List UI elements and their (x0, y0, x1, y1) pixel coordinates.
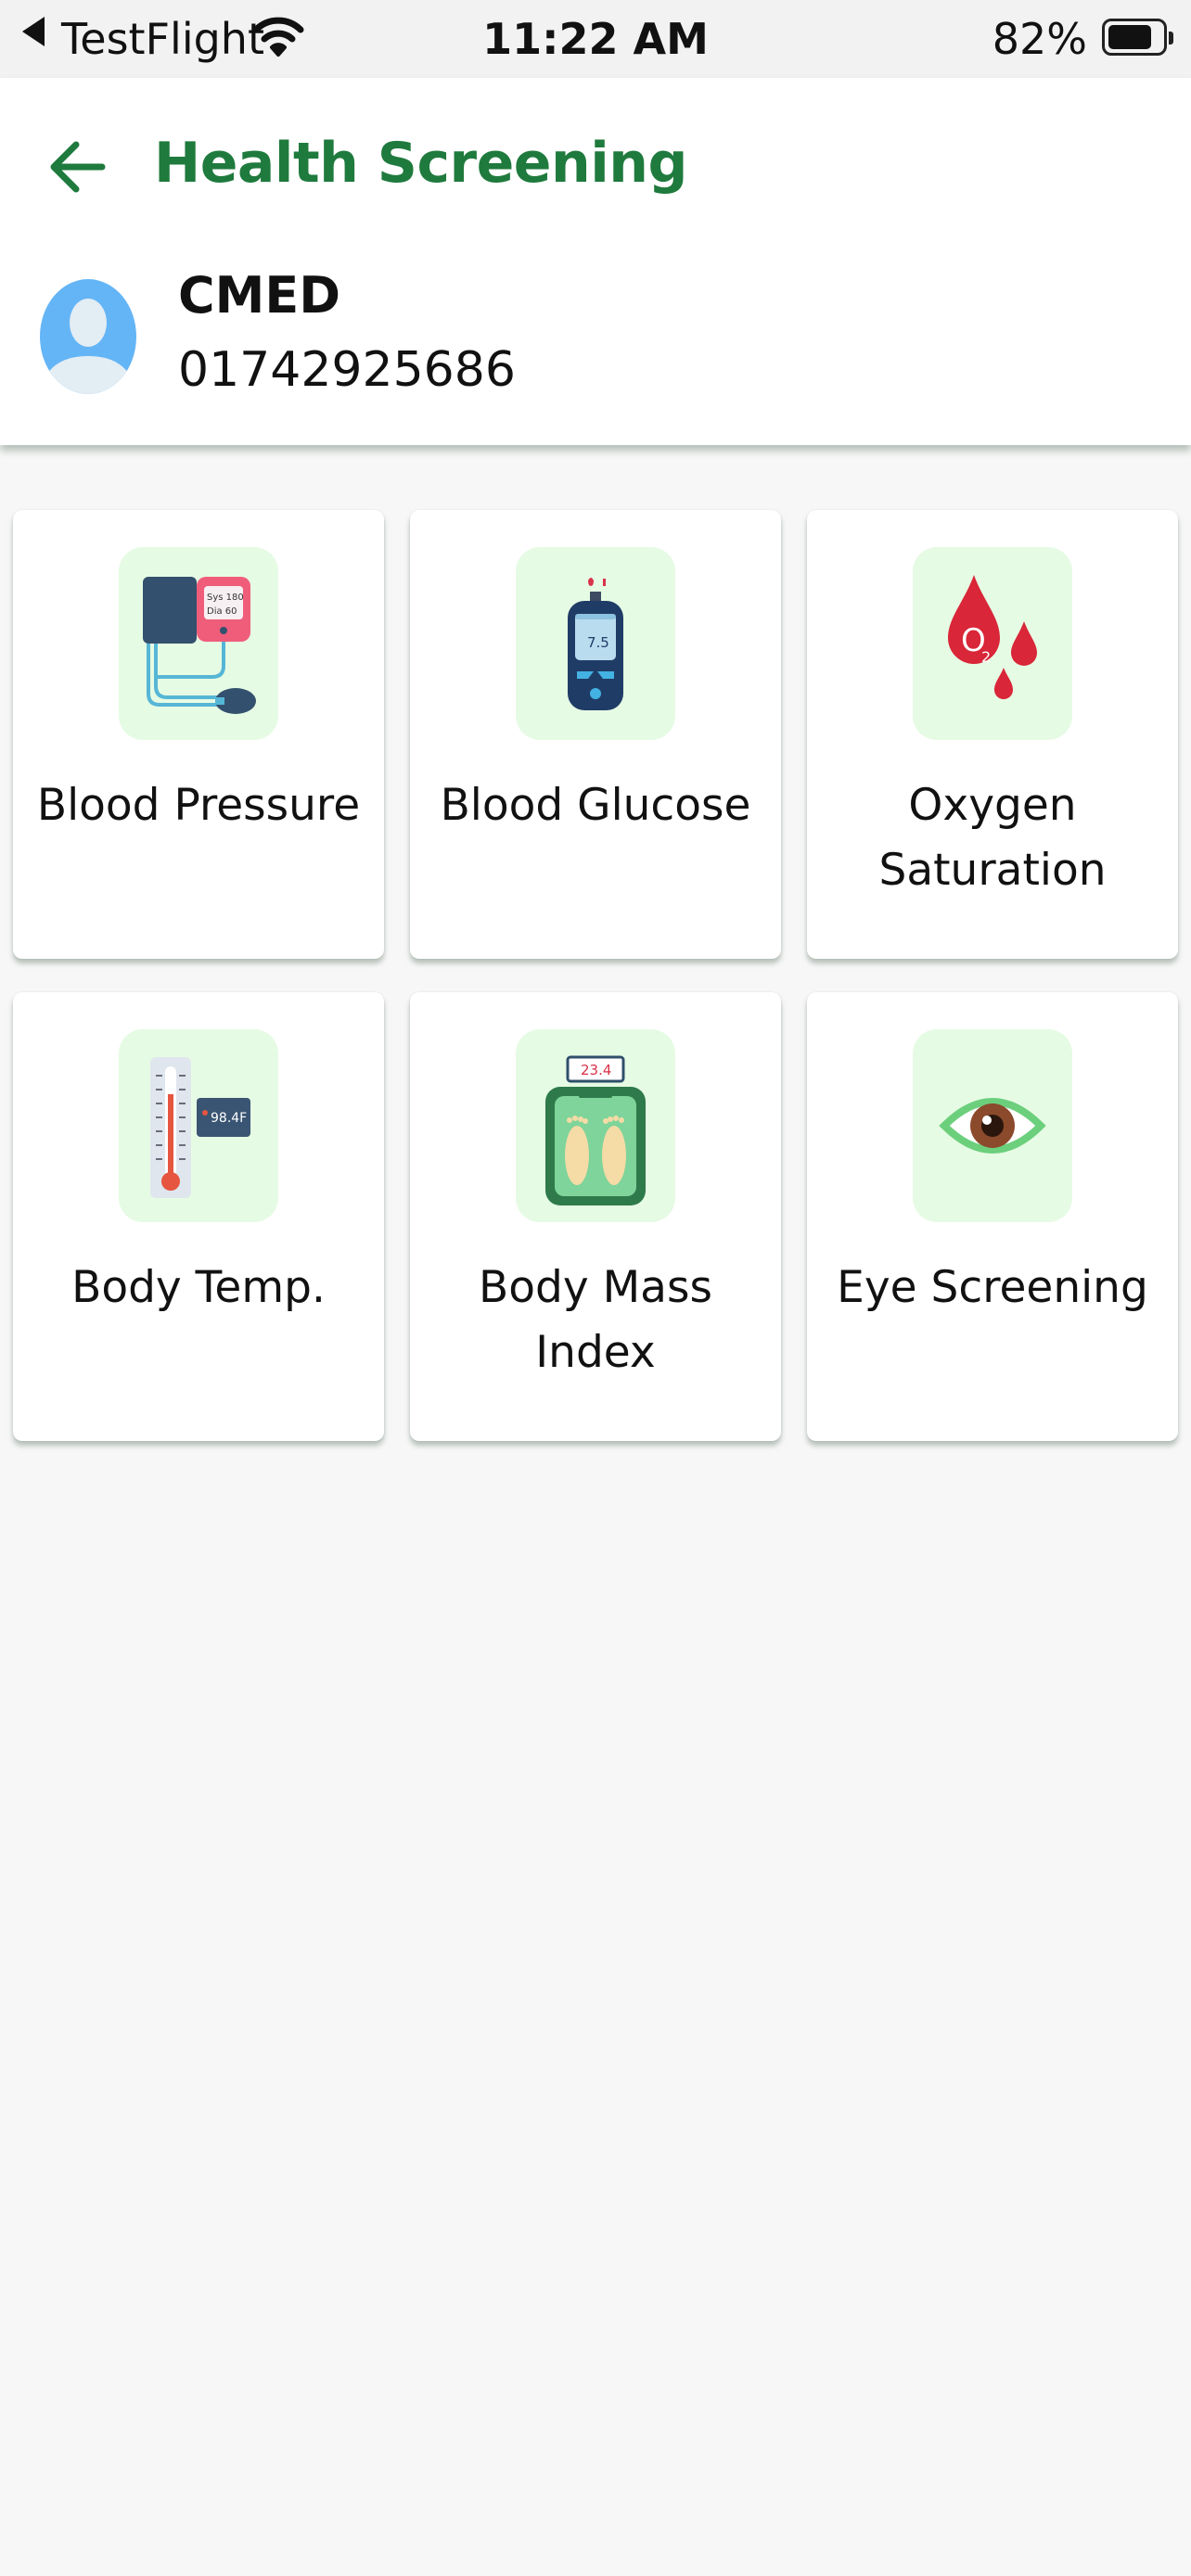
arrow-left-icon[interactable] (45, 134, 111, 200)
icon-tile: 98.4F (119, 1029, 278, 1222)
eye-screening-card[interactable]: Eye Screening (807, 992, 1178, 1441)
icon-tile: 23.4 (516, 1029, 675, 1222)
card-label: Oxygen Saturation (878, 780, 1107, 896)
glucometer-icon: 7.5 (568, 578, 623, 710)
blood-pressure-card[interactable]: Sys 180 Dia 60 Blood Pressure (13, 510, 384, 959)
battery-fill (1108, 25, 1151, 49)
weighing-scale-icon: 23.4 (545, 1055, 646, 1205)
thermometer-icon: 98.4F (150, 1057, 250, 1198)
icon-tile: Sys 180 Dia 60 (119, 547, 278, 740)
card-label: Body Mass Index (479, 1262, 712, 1378)
status-bar: TestFlight 11:22 AM 82% (0, 0, 1191, 78)
icon-tile: O 2 (913, 547, 1072, 740)
glucose-reading-text: 7.5 (587, 634, 609, 651)
user-phone: 01742925686 (178, 342, 516, 398)
card-label: Eye Screening (837, 1262, 1148, 1313)
oxygen-saturation-card[interactable]: O 2 Oxygen Saturation (807, 510, 1178, 959)
body-mass-index-card[interactable]: 23.4 Body Mass Index (410, 992, 781, 1441)
temp-reading-text: 98.4F (211, 1111, 247, 1126)
o2-sub-text: 2 (981, 648, 991, 666)
icon-tile: 7.5 (516, 547, 675, 740)
eye-icon (939, 1098, 1046, 1154)
icon-tile (913, 1029, 1072, 1222)
bp-sys-text: Sys 180 (207, 593, 244, 603)
user-name: CMED (178, 266, 341, 325)
bp-dia-text: Dia 60 (207, 606, 237, 617)
blood-pressure-monitor-icon: Sys 180 Dia 60 (143, 577, 256, 714)
page-title: Health Screening (154, 131, 687, 196)
battery-percent: 82% (992, 14, 1087, 64)
card-label: Blood Glucose (440, 780, 751, 831)
card-label: Body Temp. (71, 1262, 326, 1313)
blood-glucose-card[interactable]: 7.5 Blood Glucose (410, 510, 781, 959)
user-avatar-icon (40, 279, 136, 394)
body-temp-card[interactable]: 98.4F Body Temp. (13, 992, 384, 1441)
bmi-reading-text: 23.4 (581, 1062, 611, 1078)
app-header: Health Screening CMED 01742925686 (0, 78, 1191, 445)
oxygen-drops-icon: O 2 (948, 575, 1037, 699)
battery-icon (1102, 19, 1173, 56)
card-label: Blood Pressure (36, 780, 361, 831)
